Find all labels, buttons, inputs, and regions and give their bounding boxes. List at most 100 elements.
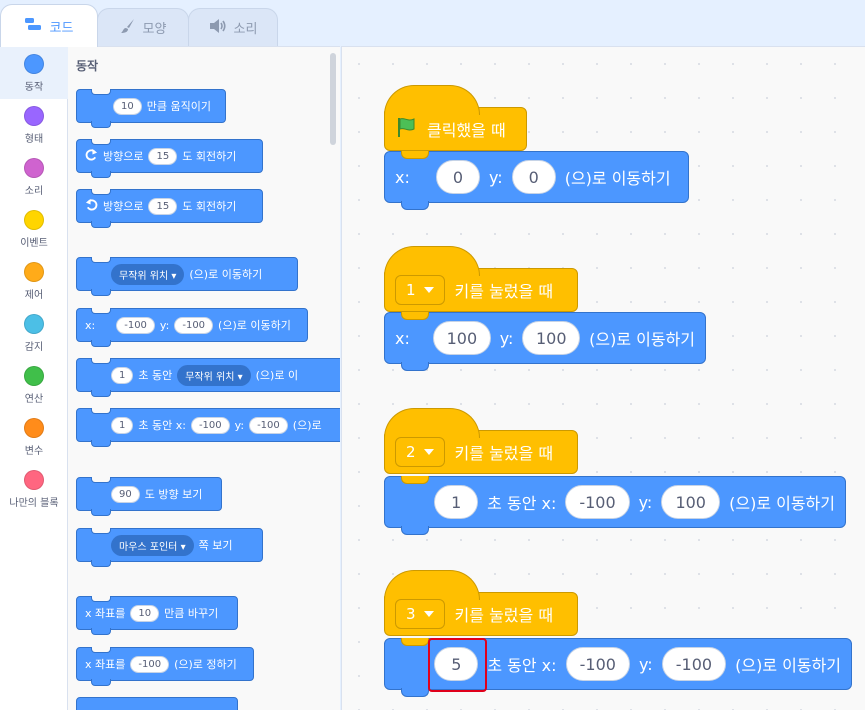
block-text: y: — [159, 318, 170, 332]
block-text: 초 동안 x: — [487, 656, 557, 675]
point-towards-dropdown[interactable]: 마우스 포인터 ▾ — [111, 534, 194, 556]
y-input[interactable]: -100 — [661, 647, 727, 681]
key-value: 2 — [406, 443, 416, 461]
block-text: (으)로 이 — [255, 369, 299, 382]
block-text: (으)로 이동하기 — [218, 319, 291, 332]
goto-target-dropdown[interactable]: 무작위 위치 ▾ — [111, 263, 185, 285]
goto-xy-block[interactable]: x: -100 y: -100 (으)로 이동하기 — [76, 308, 308, 347]
tab-sounds[interactable]: 소리 — [188, 8, 278, 46]
set-x-input[interactable]: -100 — [130, 655, 170, 673]
glide-xy-block-s3[interactable]: 1 초 동안 x: -100 y: 100 (으)로 이동하기 — [384, 476, 846, 535]
block-text: (으)로 정하기 — [174, 658, 237, 671]
category-sound-dot — [24, 158, 44, 178]
y-input[interactable]: 100 — [661, 485, 721, 519]
goto-xy-block-s1[interactable]: x: 0 y: 0 (으)로 이동하기 — [384, 151, 689, 210]
category-label: 변수 — [24, 446, 44, 457]
category-my-blocks-dot — [24, 470, 44, 490]
move-steps-input[interactable]: 10 — [113, 97, 142, 115]
tab-code-label: 코드 — [49, 20, 74, 36]
category-control[interactable]: 제어 — [0, 255, 68, 307]
turn-left-input[interactable]: 15 — [148, 197, 178, 215]
goto-x-input[interactable]: -100 — [116, 316, 155, 334]
x-input[interactable]: 0 — [436, 160, 480, 194]
block-text: (으)로 이동하기 — [564, 169, 671, 188]
turn-right-block[interactable]: 방향으로 15 도 회전하기 — [76, 139, 263, 178]
category-sensing-dot — [24, 314, 44, 334]
x-input[interactable]: 100 — [433, 321, 491, 355]
turn-right-input[interactable]: 15 — [148, 147, 178, 165]
block-palette: 동작 10 만큼 움직이기 방향으로 15 도 회전하기 방향으로 15 도 회… — [68, 46, 340, 710]
block-text: y: — [638, 654, 653, 674]
glide-block[interactable]: 1 초 동안 무작위 위치 ▾ (으)로 이 — [76, 358, 340, 397]
category-label: 동작 — [24, 82, 44, 93]
when-key-pressed-hat-3[interactable]: 3 키를 눌렀을 때 — [384, 570, 578, 636]
glide-secs-input[interactable]: 1 — [111, 366, 134, 384]
partial-block[interactable] — [76, 697, 238, 710]
tab-code[interactable]: 코드 — [0, 4, 98, 47]
hat-cap — [384, 85, 480, 115]
chevron-down-icon — [423, 611, 434, 617]
move-steps-block[interactable]: 10 만큼 움직이기 — [76, 89, 226, 128]
when-flag-clicked-hat[interactable]: 클릭했을 때 — [384, 85, 527, 151]
change-x-input[interactable]: 10 — [130, 604, 160, 622]
block-text: x: — [395, 328, 410, 348]
set-x-block[interactable]: x 좌표를 -100 (으)로 정하기 — [76, 647, 254, 686]
category-label: 형태 — [24, 134, 44, 145]
point-direction-block[interactable]: 90 도 방향 보기 — [76, 477, 222, 516]
point-towards-block[interactable]: 마우스 포인터 ▾ 쪽 보기 — [76, 528, 263, 567]
category-control-dot — [24, 262, 44, 282]
glide-x-input[interactable]: -100 — [190, 416, 230, 434]
category-operators[interactable]: 연산 — [0, 359, 68, 411]
code-icon — [24, 17, 43, 35]
block-text: x 좌표를 — [85, 658, 126, 671]
highlight-box — [428, 638, 487, 692]
script-area[interactable]: 클릭했을 때 x: 0 y: 0 (으)로 이동하기 1 키를 눌렀을 때 x:… — [341, 46, 865, 710]
x-input[interactable]: -100 — [565, 647, 630, 681]
glide-xy-secs-input[interactable]: 1 — [111, 416, 134, 434]
category-sound[interactable]: 소리 — [0, 151, 68, 203]
hat-label: 키를 눌렀을 때 — [454, 282, 554, 301]
key-dropdown[interactable]: 2 — [395, 437, 445, 467]
change-x-block[interactable]: x 좌표를 10 만큼 바꾸기 — [76, 596, 238, 635]
hat-cap — [384, 246, 480, 276]
glide-xy-block[interactable]: 1 초 동안 x: -100 y: -100 (으)로 — [76, 408, 340, 447]
rotate-left-icon — [85, 198, 98, 214]
block-text: x: — [395, 167, 410, 187]
speaker-icon — [209, 18, 227, 37]
glide-target-dropdown[interactable]: 무작위 위치 ▾ — [177, 364, 251, 386]
category-my-blocks[interactable]: 나만의 블록 — [0, 463, 68, 515]
direction-input[interactable]: 90 — [111, 485, 140, 503]
category-variables-dot — [24, 418, 44, 438]
category-label: 제어 — [24, 290, 44, 301]
x-input[interactable]: -100 — [565, 485, 630, 519]
when-key-pressed-hat-2[interactable]: 2 키를 눌렀을 때 — [384, 408, 578, 474]
category-looks[interactable]: 형태 — [0, 99, 68, 151]
chevron-down-icon — [423, 449, 434, 455]
category-sensing[interactable]: 감지 — [0, 307, 68, 359]
hat-label: 키를 눌렀을 때 — [454, 606, 554, 625]
category-operators-dot — [24, 366, 44, 386]
palette-scrollbar[interactable] — [330, 53, 336, 145]
glide-y-input[interactable]: -100 — [249, 416, 288, 434]
green-flag-icon — [395, 116, 417, 142]
secs-input[interactable]: 1 — [434, 485, 479, 519]
y-input[interactable]: 100 — [522, 321, 581, 355]
block-text: (으)로 이동하기 — [735, 656, 842, 675]
goto-y-input[interactable]: -100 — [174, 316, 214, 334]
tab-costumes[interactable]: 모양 — [97, 8, 189, 46]
hat-cap — [384, 570, 480, 600]
category-variables[interactable]: 변수 — [0, 411, 68, 463]
hat-label: 키를 눌렀을 때 — [454, 444, 554, 463]
when-key-pressed-hat-1[interactable]: 1 키를 눌렀을 때 — [384, 246, 578, 312]
block-text: (으)로 이동하기 — [589, 330, 696, 349]
key-dropdown[interactable]: 3 — [395, 599, 445, 629]
goto-xy-block-s2[interactable]: x: 100 y: 100 (으)로 이동하기 — [384, 312, 706, 371]
category-motion[interactable]: 동작 — [0, 47, 68, 99]
block-text: (으)로 이동하기 — [189, 268, 263, 281]
turn-left-block[interactable]: 방향으로 15 도 회전하기 — [76, 189, 263, 228]
y-input[interactable]: 0 — [511, 160, 556, 194]
goto-block[interactable]: 무작위 위치 ▾ (으)로 이동하기 — [76, 257, 298, 296]
key-dropdown[interactable]: 1 — [395, 275, 445, 305]
block-text: 초 동안 x: — [487, 494, 557, 513]
category-events[interactable]: 이벤트 — [0, 203, 68, 255]
